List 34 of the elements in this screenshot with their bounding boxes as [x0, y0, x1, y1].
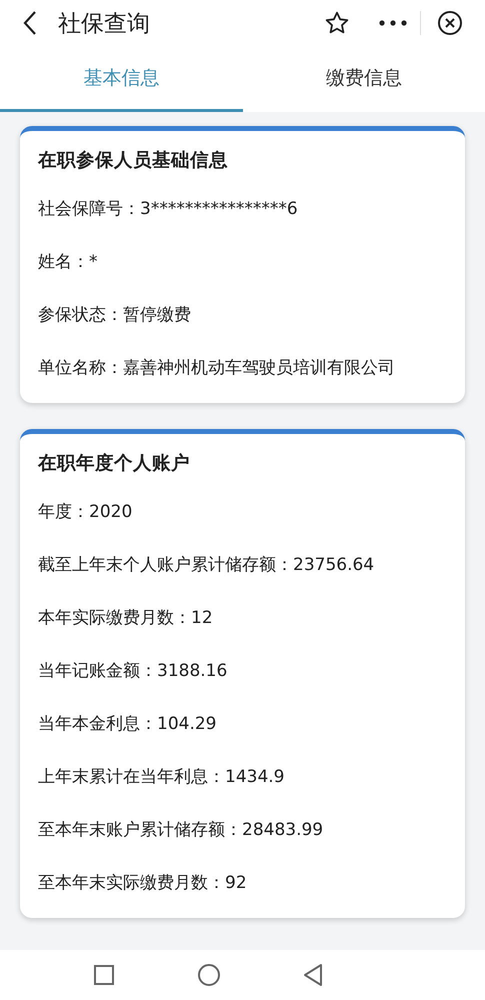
circle-icon[interactable] [196, 963, 220, 987]
field-value: 1434.9 [225, 767, 284, 787]
field-value: 嘉善神州机动车驾驶员培训有限公司 [123, 358, 395, 378]
field-label: 当年记账金额： [38, 661, 157, 681]
square-icon[interactable] [92, 964, 114, 986]
field-label: 社会保障号： [38, 199, 140, 219]
back-icon[interactable] [22, 10, 38, 36]
field-label: 年度： [38, 502, 89, 522]
field-label: 参保状态： [38, 305, 123, 325]
field-label: 姓名： [38, 252, 89, 272]
field-value: 3188.16 [157, 661, 228, 681]
field-value: 104.29 [157, 714, 216, 734]
star-icon[interactable] [324, 10, 350, 36]
card-title: 在职参保人员基础信息 [38, 149, 229, 173]
field-label: 上年末累计在当年利息： [38, 767, 225, 787]
field-label: 本年实际缴费月数： [38, 608, 191, 628]
field-value: 12 [191, 608, 213, 628]
card-title: 在职年度个人账户 [38, 452, 191, 476]
field-label: 至本年末实际缴费月数： [38, 873, 225, 893]
field-value: 3****************6 [140, 199, 298, 219]
field-value: 2020 [89, 502, 132, 522]
page-title: 社保查询 [58, 10, 150, 38]
field-label: 单位名称： [38, 358, 123, 378]
field-label: 截至上年末个人账户累计储存额： [38, 555, 293, 575]
triangle-icon[interactable] [302, 963, 322, 987]
field-label: 当年本金利息： [38, 714, 157, 734]
more-icon[interactable] [378, 19, 408, 27]
field-value: * [89, 252, 98, 272]
close-icon[interactable] [437, 10, 463, 36]
field-value: 暂停缴费 [123, 305, 191, 325]
field-value: 23756.64 [293, 555, 374, 575]
field-value: 92 [225, 873, 247, 893]
field-label: 至本年末账户累计储存额： [38, 820, 242, 840]
field-value: 28483.99 [242, 820, 324, 840]
